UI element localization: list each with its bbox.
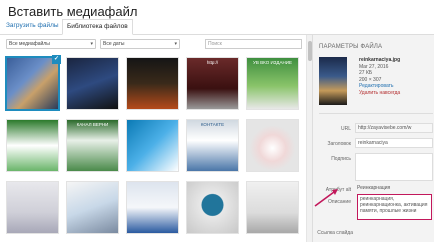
insert-media-dialog: Вставить медиафайл Загрузить файлы Библи… — [0, 0, 434, 242]
media-thumb[interactable]: КОНТАКТЕ — [186, 119, 239, 172]
thumb-caption: УВ ВКО ИЗДАНИЕ — [253, 60, 292, 65]
divider — [319, 113, 433, 114]
annotation-arrow-icon — [314, 189, 338, 207]
media-thumb[interactable] — [6, 181, 59, 234]
media-thumb[interactable]: КАНАЛ ВЕРНИ — [66, 119, 119, 172]
media-thumb[interactable] — [126, 57, 179, 110]
media-type-filter[interactable]: Все медиафайлы ▾ — [6, 39, 96, 49]
details-heading: ПАРАМЕТРЫ ФАЙЛА — [319, 44, 383, 50]
media-thumb[interactable] — [186, 181, 239, 234]
description-field[interactable]: реинкарнация, реинкарнационка, активация… — [357, 194, 432, 220]
delete-permanently-link[interactable]: Удалить навсегда — [359, 90, 400, 96]
chevron-down-icon: ▾ — [90, 41, 93, 47]
title-field[interactable]: reinkarnaciya — [355, 138, 433, 148]
media-thumb[interactable] — [126, 119, 179, 172]
attachment-meta: reinkarnaciya.jpg Mar 27, 2016 27 КБ 200… — [359, 57, 400, 96]
media-thumb[interactable] — [66, 57, 119, 110]
caption-label: Подпись — [331, 156, 351, 162]
thumb-caption: КОНТАКТЕ — [200, 122, 225, 127]
slide-link-label: Ссылка слайда — [317, 230, 353, 236]
search-input[interactable]: Поиск — [205, 39, 302, 49]
thumb-caption: http:// — [206, 60, 219, 65]
media-toolbar: Все медиафайлы ▾ Все даты ▾ Поиск — [0, 35, 306, 53]
chevron-down-icon: ▾ — [174, 41, 177, 47]
caption-field[interactable] — [355, 153, 433, 181]
file-name: reinkarnaciya.jpg — [359, 57, 401, 63]
alt-field[interactable]: Реинкарнация — [355, 184, 433, 194]
media-grid: ✓ http:// УВ ВКО ИЗДАНИЕ КАНАЛ ВЕРНИ КОН… — [0, 53, 308, 242]
media-thumb[interactable] — [6, 119, 59, 172]
tab-upload-files[interactable]: Загрузить файлы — [2, 19, 63, 35]
media-type-filter-value: Все медиафайлы — [9, 41, 50, 47]
date-filter[interactable]: Все даты ▾ — [100, 39, 180, 49]
media-thumb[interactable] — [66, 181, 119, 234]
title-label: Заголовок — [327, 141, 351, 147]
date-filter-value: Все даты — [103, 41, 125, 47]
media-thumb[interactable] — [126, 181, 179, 234]
tab-bar: Загрузить файлы Библиотека файлов — [0, 17, 434, 35]
checkmark-icon[interactable]: ✓ — [52, 55, 61, 64]
tab-media-library[interactable]: Библиотека файлов — [62, 19, 133, 35]
media-thumb[interactable]: УВ ВКО ИЗДАНИЕ — [246, 57, 299, 110]
attachment-preview — [319, 57, 347, 105]
url-field[interactable]: http://zayavisebe.com/w — [355, 123, 433, 133]
media-thumb[interactable] — [246, 119, 299, 172]
media-thumb[interactable]: ✓ — [5, 55, 61, 111]
attachment-details-panel: ПАРАМЕТРЫ ФАЙЛА reinkarnaciya.jpg Mar 27… — [312, 35, 434, 242]
thumb-caption: КАНАЛ ВЕРНИ — [76, 122, 109, 127]
edit-image-link[interactable]: Редактировать — [359, 83, 394, 89]
media-thumb[interactable] — [246, 181, 299, 234]
url-label: URL — [340, 126, 351, 132]
media-thumb[interactable]: http:// — [186, 57, 239, 110]
